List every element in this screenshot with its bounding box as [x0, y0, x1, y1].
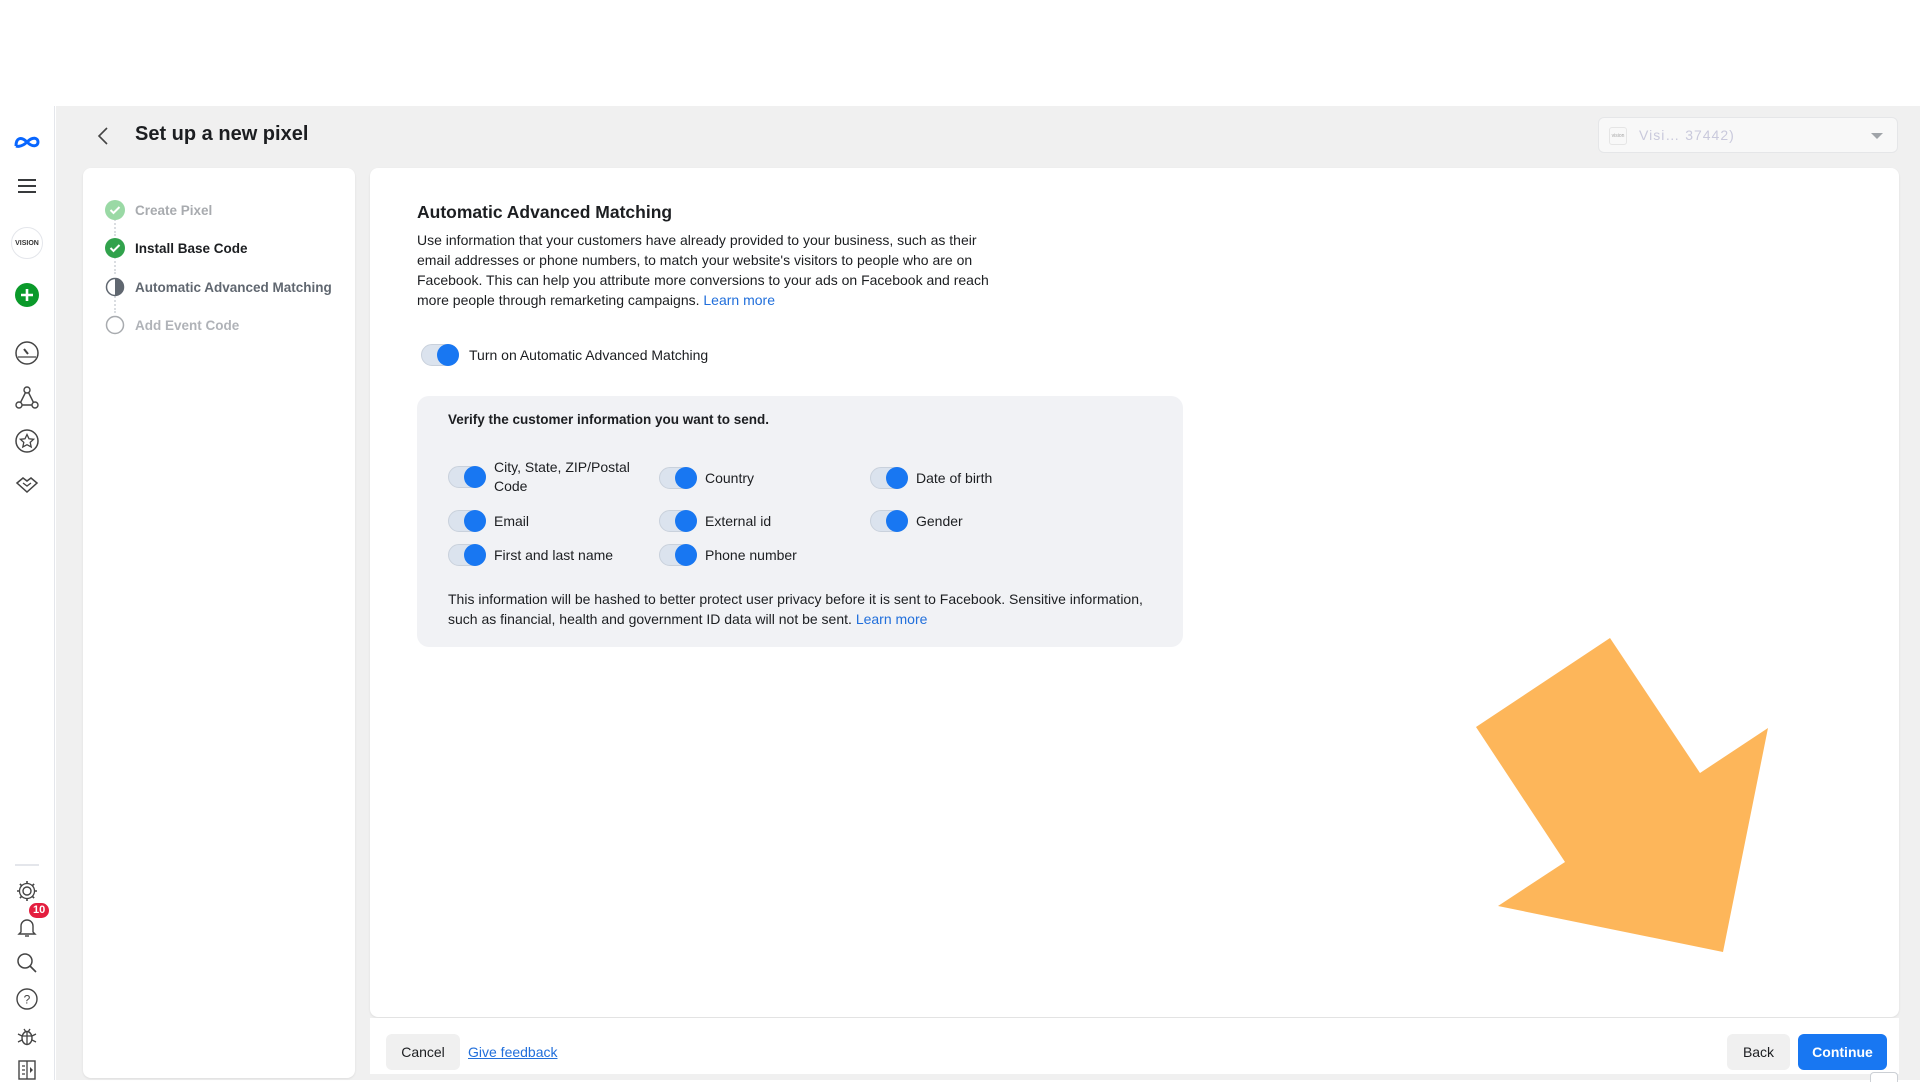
- continue-button[interactable]: Continue: [1798, 1034, 1887, 1070]
- empty-circle-icon: [105, 315, 125, 335]
- footer-bar: Cancel Give feedback Back Continue: [370, 1018, 1899, 1074]
- field-label: Country: [705, 469, 755, 486]
- bug-icon[interactable]: [11, 1020, 43, 1052]
- star-icon[interactable]: [11, 425, 43, 457]
- panel-toggle-icon[interactable]: [11, 1054, 43, 1086]
- privacy-note-text: This information will be hashed to bette…: [448, 591, 1143, 627]
- field-country: Country: [659, 467, 859, 489]
- field-toggle[interactable]: [659, 544, 697, 566]
- global-sidebar: VISION 10 ?: [0, 106, 55, 1080]
- privacy-note: This information will be hashed to bette…: [448, 589, 1168, 629]
- notification-badge: 10: [29, 903, 50, 918]
- field-first-last-name: First and last name: [448, 544, 648, 566]
- back-button[interactable]: Back: [1727, 1034, 1790, 1070]
- field-toggle[interactable]: [448, 466, 486, 488]
- account-logo: vision: [1609, 127, 1627, 145]
- step-label: Automatic Advanced Matching: [135, 279, 332, 295]
- field-toggle[interactable]: [870, 467, 908, 489]
- handshake-icon[interactable]: [11, 469, 43, 501]
- content-card: Automatic Advanced Matching Use informat…: [370, 168, 1899, 1017]
- field-phone-number: Phone number: [659, 544, 859, 566]
- field-label: Phone number: [705, 546, 797, 563]
- step-label: Add Event Code: [135, 317, 240, 333]
- section-title: Automatic Advanced Matching: [417, 202, 673, 222]
- page-title: Set up a new pixel: [135, 123, 309, 145]
- step-automatic-advanced-matching[interactable]: Automatic Advanced Matching: [105, 276, 332, 298]
- page-header: Set up a new pixel vision Visi… 37442): [56, 106, 1920, 166]
- step-add-event-code[interactable]: Add Event Code: [105, 314, 239, 336]
- avatar-text: VISION: [11, 227, 43, 259]
- account-selector[interactable]: vision Visi… 37442): [1598, 117, 1898, 153]
- help-icon[interactable]: ?: [11, 983, 43, 1015]
- verify-heading: Verify the customer information you want…: [448, 412, 770, 427]
- verify-info-box: Verify the customer information you want…: [417, 396, 1183, 647]
- back-chevron-icon[interactable]: [92, 123, 116, 149]
- dashboard-gauge-icon[interactable]: [11, 337, 43, 369]
- sidebar-divider: [15, 864, 39, 866]
- chevron-down-icon: [1871, 133, 1883, 139]
- field-label: External id: [705, 512, 772, 529]
- top-blank-band: [0, 0, 1920, 106]
- field-label: Gender: [916, 512, 963, 529]
- field-toggle[interactable]: [659, 467, 697, 489]
- main-toggle-row: Turn on Automatic Advanced Matching: [421, 344, 708, 366]
- check-circle-icon: [105, 238, 125, 258]
- learn-more-link[interactable]: Learn more: [703, 292, 775, 308]
- field-label: City, State, ZIP/Postal Code: [494, 459, 630, 494]
- field-date-of-birth: Date of birth: [870, 467, 1070, 489]
- step-install-base-code[interactable]: Install Base Code: [105, 237, 248, 259]
- field-city-state-zip: City, State, ZIP/Postal Code: [448, 458, 648, 496]
- field-label: First and last name: [494, 546, 614, 563]
- svg-text:?: ?: [24, 993, 31, 1007]
- field-toggle[interactable]: [659, 510, 697, 532]
- main-area: Set up a new pixel vision Visi… 37442) C…: [56, 106, 1920, 1080]
- privacy-learn-more-link[interactable]: Learn more: [856, 611, 928, 627]
- field-toggle[interactable]: [448, 544, 486, 566]
- half-circle-icon: [105, 277, 125, 297]
- field-email: Email: [448, 510, 648, 532]
- meta-logo-icon[interactable]: [11, 126, 43, 158]
- bell-icon[interactable]: 10: [11, 903, 50, 943]
- give-feedback-link[interactable]: Give feedback: [468, 1044, 558, 1060]
- toggle-label: Turn on Automatic Advanced Matching: [469, 347, 709, 363]
- field-gender: Gender: [870, 510, 1070, 532]
- create-icon[interactable]: [11, 279, 43, 311]
- cancel-button[interactable]: Cancel: [386, 1034, 460, 1070]
- network-icon[interactable]: [11, 382, 43, 414]
- steps-panel: Create Pixel Install Base Code Automatic…: [83, 168, 355, 1078]
- field-label: Date of birth: [916, 469, 993, 486]
- step-create-pixel[interactable]: Create Pixel: [105, 199, 212, 221]
- account-name: Visi… 37442): [1639, 127, 1735, 143]
- step-label: Create Pixel: [135, 202, 213, 218]
- step-label: Install Base Code: [135, 240, 248, 256]
- menu-icon[interactable]: [11, 170, 43, 202]
- automatic-advanced-matching-toggle[interactable]: [421, 344, 459, 366]
- field-label: Email: [494, 512, 530, 529]
- search-icon[interactable]: [11, 947, 43, 979]
- field-external-id: External id: [659, 510, 859, 532]
- account-avatar[interactable]: VISION: [11, 227, 43, 259]
- field-toggle[interactable]: [870, 510, 908, 532]
- section-description: Use information that your customers have…: [417, 230, 1007, 310]
- help-widget[interactable]: [1870, 1072, 1898, 1082]
- field-toggle[interactable]: [448, 510, 486, 532]
- check-circle-icon: [105, 200, 125, 220]
